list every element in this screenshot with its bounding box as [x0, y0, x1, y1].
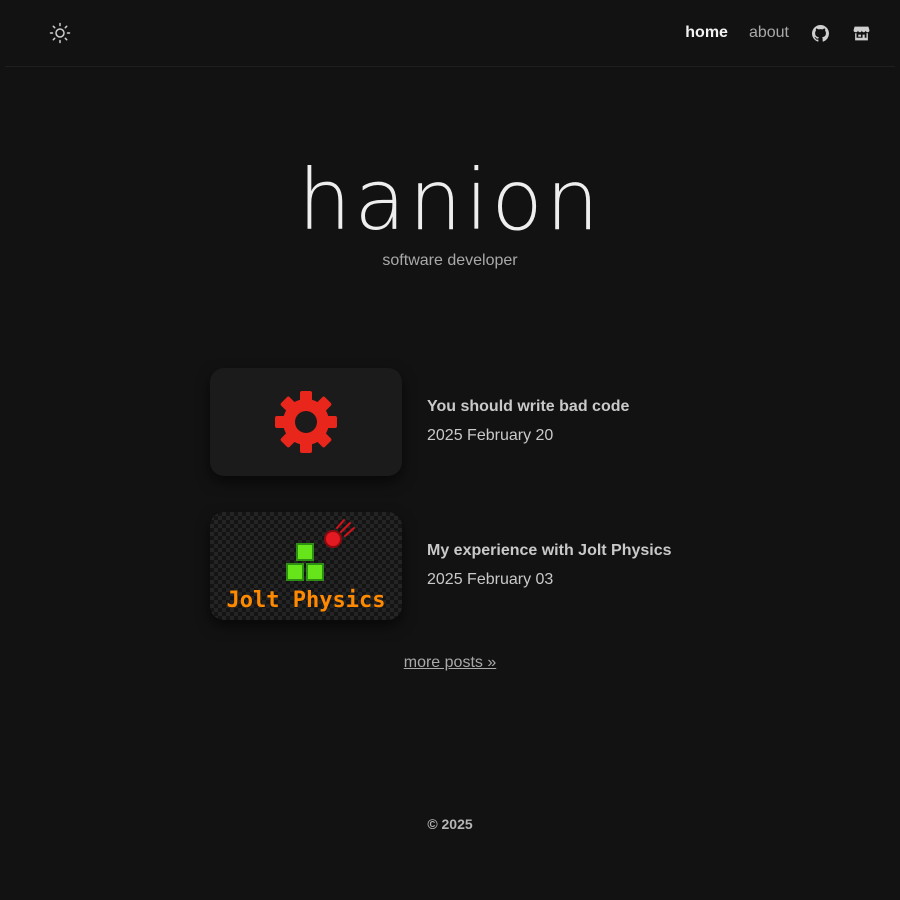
site-subtitle: software developer	[382, 252, 518, 269]
post-date: 2025 February 20	[427, 427, 554, 444]
footer-copyright: © 2025	[427, 816, 473, 832]
storefront-icon	[853, 26, 869, 40]
github-icon	[811, 24, 829, 42]
sun-icon	[49, 22, 71, 44]
post-date: 2025 February 03	[427, 571, 554, 588]
post-title[interactable]: You should write bad code	[427, 398, 629, 416]
main-nav: home about	[664, 0, 871, 66]
store-link[interactable]	[851, 23, 871, 43]
more-posts-container: more posts »	[0, 654, 900, 672]
post-thumbnail[interactable]	[210, 368, 402, 476]
post-title[interactable]: My experience with Jolt Physics	[427, 542, 672, 560]
post-card[interactable]: You should write bad code 2025 February …	[210, 368, 690, 476]
more-posts-link[interactable]: more posts »	[404, 654, 496, 671]
github-link[interactable]	[810, 23, 830, 43]
post-card[interactable]: Jolt Physics My experience with Jolt Phy…	[210, 512, 690, 620]
nav-about-link[interactable]: about	[749, 24, 789, 42]
gear-icon	[275, 391, 337, 453]
nav-home-link[interactable]: home	[685, 24, 728, 42]
theme-toggle-button[interactable]	[44, 17, 76, 49]
site-title: hanion	[298, 151, 602, 249]
jolt-physics-logo: Jolt Physics	[227, 519, 386, 613]
site-header: home about	[5, 0, 895, 67]
thumbnail-text: Jolt Physics	[227, 588, 386, 613]
post-thumbnail[interactable]: Jolt Physics	[210, 512, 402, 620]
